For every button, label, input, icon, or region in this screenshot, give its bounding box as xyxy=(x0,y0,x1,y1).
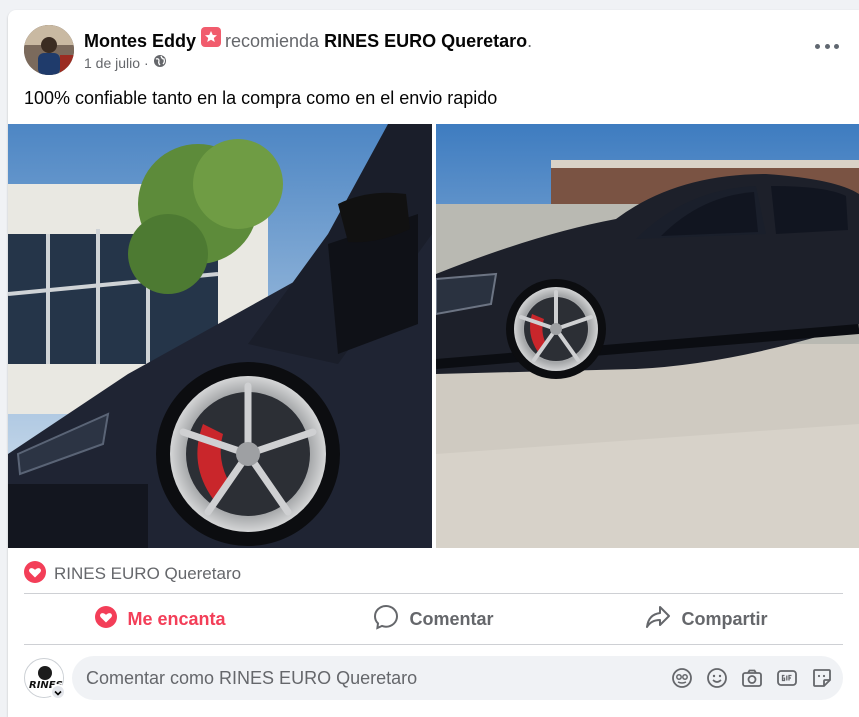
gif-icon[interactable] xyxy=(776,667,798,689)
comment-button[interactable]: Comentar xyxy=(297,594,570,644)
reactions-summary[interactable]: RINES EURO Queretaro xyxy=(24,560,242,588)
photo-grid xyxy=(8,124,859,548)
avatar-sticker-icon[interactable] xyxy=(671,667,693,689)
share-icon xyxy=(645,604,671,635)
sticker-icon[interactable] xyxy=(811,667,833,689)
love-button[interactable]: Me encanta xyxy=(24,594,297,644)
globe-icon[interactable] xyxy=(153,54,167,71)
post-card: Montes Eddy recomienda RINES EURO Quereta… xyxy=(8,10,859,717)
author-name[interactable]: Montes Eddy xyxy=(84,31,196,51)
comment-input-box[interactable] xyxy=(72,656,843,700)
period-text: . xyxy=(527,31,533,51)
comment-button-label: Comentar xyxy=(409,608,494,629)
recommend-icon xyxy=(201,27,222,47)
comment-icon xyxy=(373,604,399,635)
comment-input[interactable] xyxy=(86,667,646,689)
emoji-icon[interactable] xyxy=(706,667,728,689)
photo-car-side[interactable] xyxy=(436,124,859,548)
chevron-down-icon[interactable] xyxy=(50,684,66,700)
post-text: 100% confiable tanto en la compra como e… xyxy=(24,88,498,108)
page-name-link[interactable]: RINES EURO Queretaro xyxy=(324,31,527,51)
recommends-text: recomienda xyxy=(225,31,320,51)
share-button-label: Compartir xyxy=(681,608,768,629)
comment-tools xyxy=(671,667,833,689)
comment-composer: RINES xyxy=(24,656,843,702)
share-button[interactable]: Compartir xyxy=(570,594,843,644)
camera-icon[interactable] xyxy=(741,667,763,689)
love-button-label: Me encanta xyxy=(127,608,226,629)
post-meta: 1 de julio · xyxy=(84,54,167,71)
author-line: Montes Eddy recomienda RINES EURO Quereta… xyxy=(84,27,532,52)
divider xyxy=(24,644,843,645)
meta-separator: · xyxy=(144,54,149,71)
author-avatar[interactable] xyxy=(24,25,74,75)
post-header: Montes Eddy recomienda RINES EURO Quereta… xyxy=(8,10,859,82)
heart-icon xyxy=(95,605,118,633)
more-icon[interactable] xyxy=(815,38,839,54)
action-bar: Me encanta Comentar Compartir xyxy=(24,594,843,644)
photo-car-closeup[interactable] xyxy=(8,124,432,548)
reactions-label: RINES EURO Queretaro xyxy=(54,564,242,583)
love-reaction-icon xyxy=(24,560,46,588)
post-date[interactable]: 1 de julio xyxy=(84,55,140,71)
